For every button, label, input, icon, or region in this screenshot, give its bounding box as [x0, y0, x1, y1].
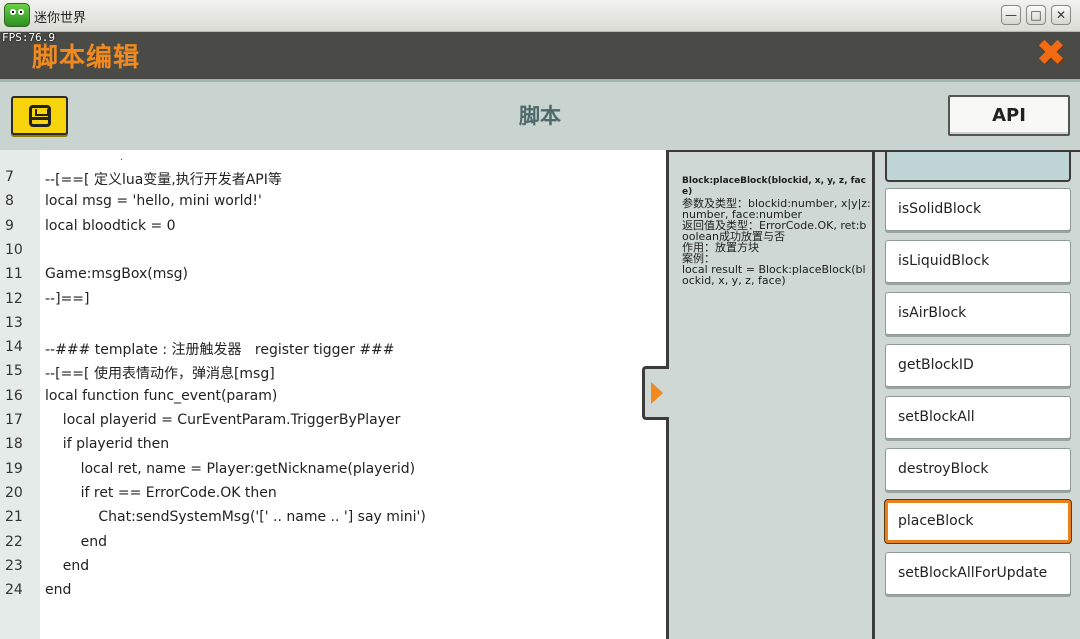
code-line[interactable]: 9 local bloodtick = 0: [0, 215, 666, 239]
code-line[interactable]: 24 end: [0, 579, 666, 603]
page-heading: 脚本: [519, 104, 561, 128]
api-list-item-label: placeBlock: [898, 513, 974, 529]
window-title: 迷你世界: [34, 11, 87, 26]
api-list-item-isairblock[interactable]: isAirBlock: [885, 292, 1071, 335]
code-text[interactable]: --[==[ 定义lua变量,执行开发者API等: [45, 169, 282, 189]
line-number: 7: [5, 169, 14, 185]
code-text[interactable]: local playerid = CurEventParam.TriggerBy…: [45, 412, 401, 428]
code-line[interactable]: 23 end: [0, 555, 666, 579]
code-text[interactable]: end: [45, 582, 71, 598]
editor-header: 脚本编辑 ✖: [0, 32, 1080, 79]
line-number: 17: [5, 412, 23, 428]
line-number: 24: [5, 582, 23, 599]
line-number: 18: [5, 436, 23, 453]
code-text[interactable]: Game:msgBox(msg): [45, 266, 188, 282]
line-number: 11: [5, 266, 23, 283]
code-text[interactable]: if playerid then: [45, 436, 169, 452]
code-text[interactable]: if ret == ErrorCode.OK then: [45, 485, 277, 501]
code-text[interactable]: local ret, name = Player:getNickname(pla…: [45, 461, 415, 477]
line-number: 10: [5, 241, 23, 258]
api-example: local result = Block:placeBlock(blockid,…: [682, 263, 866, 287]
code-line[interactable]: 18 if playerid then: [0, 433, 666, 457]
api-returns: 返回值及类型：ErrorCode.OK, ret:boolean成功放置与否: [682, 219, 867, 243]
api-list-item-label: setBlockAllForUpdate: [898, 565, 1048, 581]
code-text[interactable]: Chat:sendSystemMsg('[' .. name .. '] say…: [45, 509, 425, 525]
api-list-item-label: destroyBlock: [898, 461, 989, 477]
api-signature: Block:placeBlock(blockid, x, y, z, face): [682, 176, 866, 197]
code-text[interactable]: --[==[ 使用表情动作，弹消息[msg]: [45, 363, 275, 383]
line-number: 23: [5, 557, 23, 574]
code-text[interactable]: --### template : 注册触发器 register tigger #…: [45, 339, 395, 359]
line-number: 20: [5, 484, 23, 501]
floppy-disk-icon: [29, 105, 51, 127]
code-line[interactable]: 8 local msg = 'hello, mini world!': [0, 190, 666, 214]
api-list-item-issolidblock[interactable]: isSolidBlock: [885, 188, 1071, 231]
line-number: 13: [5, 314, 23, 331]
api-description: Block:placeBlock(blockid, x, y, z, face)…: [682, 176, 872, 286]
app-logo-icon: [4, 3, 30, 27]
fps-counter: FPS:76.9: [2, 31, 55, 44]
line-number: 22: [5, 533, 23, 550]
api-description-panel: Block:placeBlock(blockid, x, y, z, face)…: [666, 150, 872, 639]
api-list-item-label: getBlockID: [898, 357, 974, 373]
line-number: 12: [5, 290, 23, 307]
minimize-button[interactable]: —: [1001, 5, 1021, 25]
list-item-partial[interactable]: [885, 152, 1071, 182]
code-line[interactable]: 14 --### template : 注册触发器 register tigger…: [0, 336, 666, 360]
line-number: 15: [5, 363, 23, 380]
api-params: 参数及类型：blockid:number, x|y|z:number, face…: [682, 197, 871, 221]
code-text[interactable]: local bloodtick = 0: [45, 218, 176, 234]
code-text[interactable]: end: [45, 534, 107, 550]
line-number: 14: [5, 339, 23, 356]
api-function-list[interactable]: isSolidBlock isLiquidBlock isAirBlock getBl…: [872, 150, 1080, 639]
code-text[interactable]: local function func_event(param): [45, 388, 277, 404]
window-close-button[interactable]: ✕: [1051, 5, 1071, 25]
code-editor[interactable]: . 7 --[==[ 定义lua变量,执行开发者API等 8 local msg = …: [0, 150, 666, 639]
code-line[interactable]: 22 end: [0, 531, 666, 555]
code-text[interactable]: local msg = 'hello, mini world!': [45, 193, 262, 209]
code-line[interactable]: 21 Chat:sendSystemMsg('[' .. name .. '] …: [0, 506, 666, 530]
line-number: 21: [5, 509, 23, 526]
maximize-button[interactable]: □: [1026, 5, 1046, 25]
code-line[interactable]: 11 Game:msgBox(msg): [0, 263, 666, 287]
line-number: 9: [5, 217, 14, 234]
save-button[interactable]: [11, 96, 68, 135]
code-line[interactable]: 7 --[==[ 定义lua变量,执行开发者API等: [0, 166, 666, 190]
code-line[interactable]: 15 --[==[ 使用表情动作，弹消息[msg]: [0, 360, 666, 384]
play-arrow-icon: [651, 382, 663, 404]
api-list-item-setblockallforupdate[interactable]: setBlockAllForUpdate: [885, 552, 1071, 595]
code-line[interactable]: 16 local function func_event(param): [0, 385, 666, 409]
api-list-item-placeblock[interactable]: placeBlock: [885, 500, 1071, 543]
api-list-item-label: isLiquidBlock: [898, 253, 990, 269]
code-scroll-marker: .: [120, 152, 124, 163]
code-line[interactable]: 17 local playerid = CurEventParam.Trigge…: [0, 409, 666, 433]
code-line[interactable]: 19 local ret, name = Player:getNickname(…: [0, 458, 666, 482]
line-number: 8: [5, 193, 14, 210]
line-number: 16: [5, 387, 23, 404]
line-number: 19: [5, 460, 23, 477]
code-line[interactable]: 12 --]==]: [0, 288, 666, 312]
code-text[interactable]: end: [45, 558, 89, 574]
api-list-item-destroyblock[interactable]: destroyBlock: [885, 448, 1071, 491]
collapse-panel-button[interactable]: [642, 366, 669, 420]
api-button[interactable]: API: [948, 95, 1070, 136]
code-line[interactable]: 20 if ret == ErrorCode.OK then: [0, 482, 666, 506]
api-list-item-label: setBlockAll: [898, 409, 975, 425]
api-list-item-setblockall[interactable]: setBlockAll: [885, 396, 1071, 439]
api-list-item-getblockid[interactable]: getBlockID: [885, 344, 1071, 387]
api-list-item-isliquidblock[interactable]: isLiquidBlock: [885, 240, 1071, 283]
api-list-item-label: isSolidBlock: [898, 201, 982, 217]
window-titlebar: 迷你世界 — □ ✕: [0, 0, 1080, 32]
code-text[interactable]: --]==]: [45, 291, 90, 307]
close-editor-button[interactable]: ✖: [1033, 36, 1069, 72]
api-list-item-label: isAirBlock: [898, 305, 967, 321]
toolbar: 脚本 API: [0, 82, 1080, 150]
code-line[interactable]: 10: [0, 239, 666, 263]
code-line[interactable]: 13: [0, 312, 666, 336]
